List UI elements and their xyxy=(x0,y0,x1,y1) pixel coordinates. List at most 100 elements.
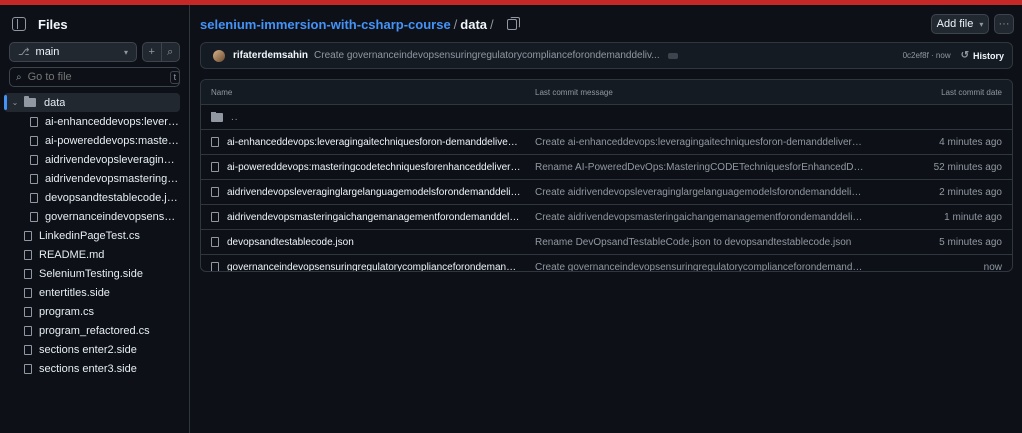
tree-file-item[interactable]: README.md xyxy=(4,245,180,264)
file-name-cell: ai-powereddevops:masteringcodetechniques… xyxy=(211,162,521,173)
tree-file-item[interactable]: devopsandtestablecode.json xyxy=(4,188,180,207)
file-icon xyxy=(30,173,38,184)
file-name-link[interactable]: ai-enhanceddevops:leveragingaitechniques… xyxy=(227,137,521,148)
tree-file-item[interactable]: SeleniumTesting.side xyxy=(4,264,180,283)
commit-date: now xyxy=(983,261,1002,272)
file-name-link[interactable]: ai-powereddevops:masteringcodetechniques… xyxy=(227,162,521,173)
tree-item-label: README.md xyxy=(39,248,105,261)
tree-file-item[interactable]: entertitles.side xyxy=(4,283,180,302)
git-branch-icon: ⎇ xyxy=(18,46,30,58)
tree-file-item[interactable]: ai-powereddevops:masteringcod... xyxy=(4,131,180,150)
branch-name: main xyxy=(35,46,60,58)
file-icon xyxy=(24,268,32,279)
tree-item-label: LinkedinPageTest.cs xyxy=(39,229,140,242)
parent-directory-row[interactable]: .. xyxy=(201,105,1012,130)
column-header-message: Last commit message xyxy=(535,87,613,97)
tree-file-item[interactable]: ai-enhanceddevops:leveragingai... xyxy=(4,112,180,131)
file-name-link[interactable]: aidrivendevopsleveraginglargelanguagemod… xyxy=(227,187,521,198)
commit-message-link[interactable]: Create governanceindevopsensuringregulat… xyxy=(314,50,660,61)
folder-icon xyxy=(211,111,223,122)
commit-author-link[interactable]: rifaterdemsahin xyxy=(233,50,308,61)
go-to-file-field[interactable]: ⌕ t xyxy=(9,67,181,87)
file-icon xyxy=(24,325,32,336)
file-name-link[interactable]: aidrivendevopsmasteringaichangemanagemen… xyxy=(227,212,521,223)
table-row[interactable]: ai-powereddevops:masteringcodetechniques… xyxy=(201,155,1012,180)
table-header: Name Last commit message Last commit dat… xyxy=(201,80,1012,105)
table-row[interactable]: aidrivendevopsleveraginglargelanguagemod… xyxy=(201,180,1012,205)
tree-file-item[interactable]: governanceindevopsensuringreg... xyxy=(4,207,180,226)
search-icon[interactable]: ⌕ xyxy=(162,43,180,61)
file-icon xyxy=(30,135,38,146)
file-icon xyxy=(30,116,38,127)
table-row[interactable]: devopsandtestablecode.json Rename DevOpsa… xyxy=(201,230,1012,255)
commit-message-link[interactable]: Rename AI-PoweredDevOps:MasteringCODETec… xyxy=(535,162,865,173)
file-tree: ⌄ data ai-enhanceddevops:leveragingai... ai… xyxy=(4,93,180,378)
latest-commit-bar: rifaterdemsahin Create governanceindevop… xyxy=(200,42,1013,69)
file-icon xyxy=(30,154,38,165)
folder-open-icon xyxy=(24,96,36,107)
history-button[interactable]: ↺ History xyxy=(961,50,1004,61)
tree-item-label: SeleniumTesting.side xyxy=(39,267,143,280)
sidebar-header: Files xyxy=(12,16,68,32)
add-file-button[interactable]: Add file ▾ xyxy=(931,14,989,34)
tree-file-item[interactable]: program_refactored.cs xyxy=(4,321,180,340)
file-icon xyxy=(30,211,38,222)
branch-selector-button[interactable]: ⎇ main ▾ xyxy=(9,42,137,62)
file-name-cell: devopsandtestablecode.json xyxy=(211,237,521,248)
parent-directory-link[interactable]: .. xyxy=(231,112,239,123)
more-options-button[interactable]: ··· xyxy=(994,14,1014,34)
collapse-sidebar-icon[interactable] xyxy=(12,17,26,31)
go-to-file-input[interactable] xyxy=(27,71,170,83)
breadcrumb-current-folder: data xyxy=(460,16,488,32)
sidebar-actions: + ⌕ xyxy=(142,42,180,62)
file-name-link[interactable]: devopsandtestablecode.json xyxy=(227,237,354,248)
tree-file-item[interactable]: program.cs xyxy=(4,302,180,321)
file-icon xyxy=(24,249,32,260)
file-name-cell: aidrivendevopsmasteringaichangemanagemen… xyxy=(211,212,521,223)
tree-item-label: data xyxy=(44,96,66,109)
avatar[interactable] xyxy=(213,49,225,62)
tree-item-label: sections enter2.side xyxy=(39,343,137,356)
expand-commit-message-button[interactable] xyxy=(667,52,678,59)
commit-message-link[interactable]: Create aidrivendevopsleveraginglargelang… xyxy=(535,187,865,198)
file-icon xyxy=(211,212,219,222)
tree-item-label: ai-powereddevops:masteringcod... xyxy=(45,134,180,147)
commit-message-link[interactable]: Create governanceindevopsensuringregulat… xyxy=(535,262,865,272)
add-file-label: Add file xyxy=(936,18,974,30)
tree-folder-item[interactable]: ⌄ data xyxy=(4,93,180,112)
commit-sha-time[interactable]: 0c2ef8f · now xyxy=(903,51,951,60)
breadcrumb-repo-link[interactable]: selenium-immersion-with-csharp-course xyxy=(200,17,451,32)
commit-date: 52 minutes ago xyxy=(933,161,1002,173)
tree-file-item[interactable]: aidrivendevopsleveraginglargela... xyxy=(4,150,180,169)
tree-item-label: program_refactored.cs xyxy=(39,324,150,337)
file-icon xyxy=(24,344,32,355)
commit-message-link[interactable]: Rename DevOpsandTestableCode.json to dev… xyxy=(535,237,865,248)
table-row[interactable]: governanceindevopsensuringregulatorycomp… xyxy=(201,255,1012,272)
table-row[interactable]: ai-enhanceddevops:leveragingaitechniques… xyxy=(201,130,1012,155)
column-header-name: Name xyxy=(211,87,233,97)
commit-date: 5 minutes ago xyxy=(939,236,1002,248)
file-icon xyxy=(211,187,219,197)
tree-item-label: aidrivendevopsmasteringaichang... xyxy=(45,172,180,185)
commit-message-link[interactable]: Create aidrivendevopsmasteringaichangema… xyxy=(535,212,865,223)
tree-file-item[interactable]: aidrivendevopsmasteringaichang... xyxy=(4,169,180,188)
file-name-cell: aidrivendevopsleveraginglargelanguagemod… xyxy=(211,187,521,198)
file-name-link[interactable]: governanceindevopsensuringregulatorycomp… xyxy=(227,262,521,272)
file-list-table: Name Last commit message Last commit dat… xyxy=(200,79,1013,272)
add-file-icon[interactable]: + xyxy=(143,43,162,61)
commit-date: 4 minutes ago xyxy=(939,136,1002,148)
tree-item-label: sections enter3.side xyxy=(39,362,137,375)
tree-file-item[interactable]: sections enter2.side xyxy=(4,340,180,359)
file-icon xyxy=(211,237,219,247)
file-icon xyxy=(211,137,219,147)
commit-message-link[interactable]: Create ai-enhanceddevops:leveragingaitec… xyxy=(535,137,865,148)
tree-file-item[interactable]: LinkedinPageTest.cs xyxy=(4,226,180,245)
file-icon xyxy=(24,363,32,374)
file-icon xyxy=(211,162,219,172)
file-icon xyxy=(24,230,32,241)
table-row[interactable]: aidrivendevopsmasteringaichangemanagemen… xyxy=(201,205,1012,230)
tree-item-label: program.cs xyxy=(39,305,95,318)
chevron-down-icon[interactable]: ⌄ xyxy=(10,98,20,107)
tree-file-item[interactable]: sections enter3.side xyxy=(4,359,180,378)
copy-path-icon[interactable] xyxy=(506,16,520,30)
